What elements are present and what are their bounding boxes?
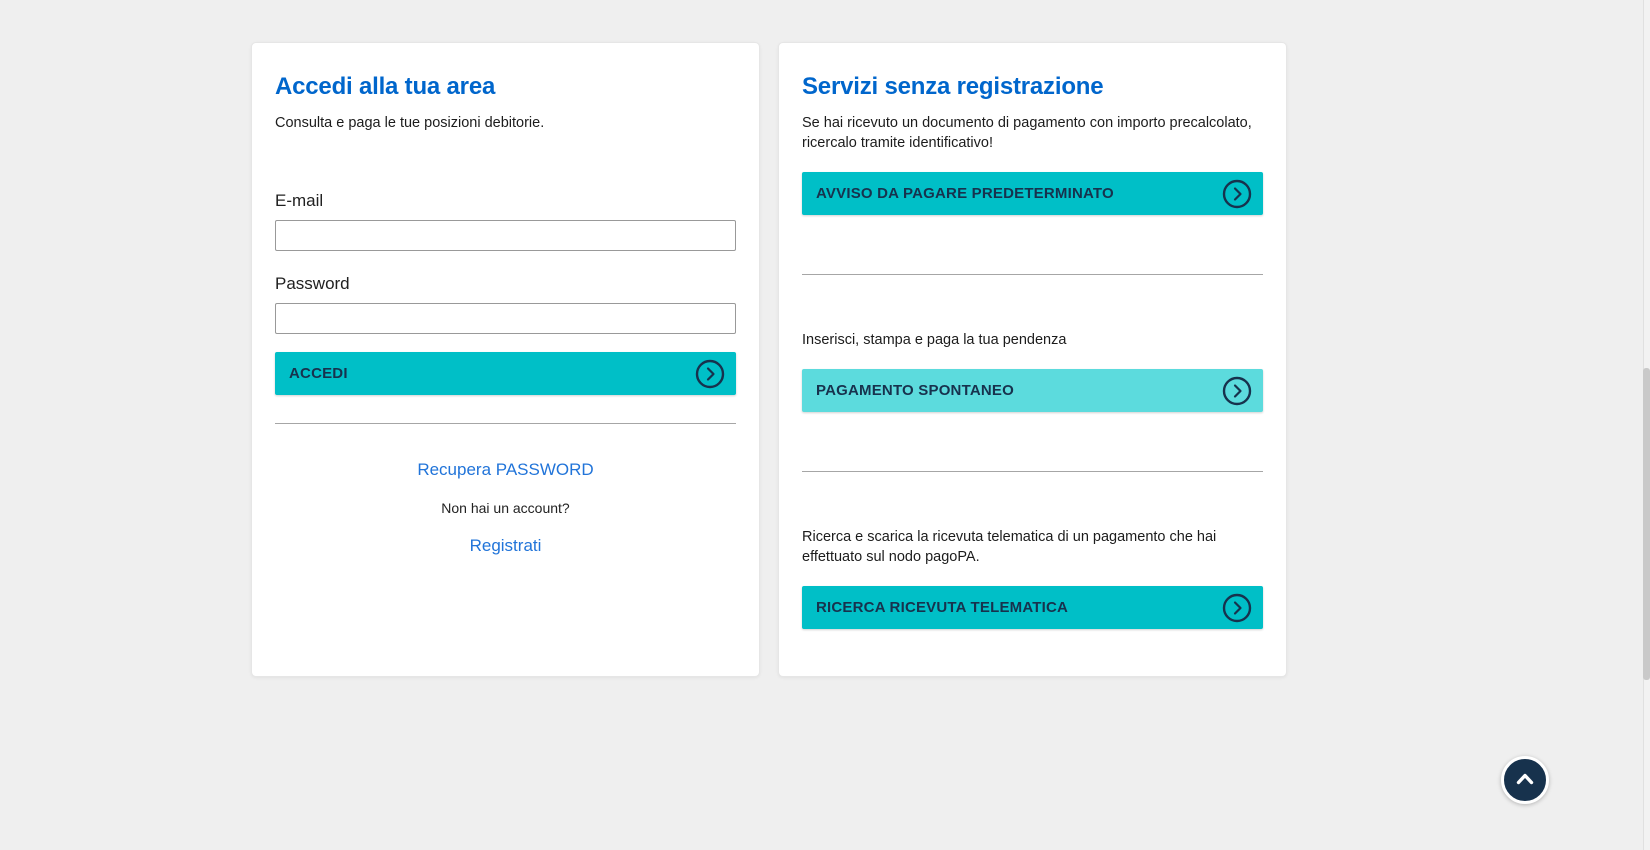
login-form: E-mail Password ACCEDI Recupera PASSWORD… [275,191,736,556]
chevron-up-icon [1512,766,1538,795]
service-description: Ricerca e scarica la ricevuta telematica… [802,527,1263,567]
register-link[interactable]: Registrati [470,536,542,556]
pagamento-spontaneo-button[interactable]: PAGAMENTO SPONTANEO [802,369,1263,412]
service-description: Se hai ricevuto un documento di pagament… [802,113,1263,153]
login-card-title: Accedi alla tua area [275,73,736,101]
accedi-button[interactable]: ACCEDI [275,352,736,395]
arrow-right-circle-icon [1222,376,1252,406]
scroll-to-top-button[interactable] [1501,756,1549,804]
avviso-predeterminato-button-label: AVVISO DA PAGARE PREDETERMINATO [816,185,1114,202]
avviso-predeterminato-button[interactable]: AVVISO DA PAGARE PREDETERMINATO [802,172,1263,215]
accedi-button-label: ACCEDI [289,365,348,382]
recover-password-link[interactable]: Recupera PASSWORD [417,460,593,480]
email-label: E-mail [275,191,736,211]
scrollbar-track[interactable] [1643,0,1650,850]
service-section-ricevuta: Ricerca e scarica la ricevuta telematica… [802,527,1263,629]
pagamento-spontaneo-button-label: PAGAMENTO SPONTANEO [816,382,1014,399]
email-field-group: E-mail [275,191,736,251]
ricerca-ricevuta-button[interactable]: RICERCA RICEVUTA TELEMATICA [802,586,1263,629]
scrollbar-thumb[interactable] [1643,368,1650,680]
password-field-group: Password [275,274,736,334]
password-field[interactable] [275,303,736,334]
service-section-spontaneo: Inserisci, stampa e paga la tua pendenza… [802,330,1263,412]
arrow-right-circle-icon [695,359,725,389]
arrow-right-circle-icon [1222,593,1252,623]
services-card-title: Servizi senza registrazione [802,73,1263,101]
divider [275,423,736,424]
service-description: Inserisci, stampa e paga la tua pendenza [802,330,1263,350]
login-card: Accedi alla tua area Consulta e paga le … [251,42,760,677]
services-card: Servizi senza registrazione Se hai ricev… [778,42,1287,677]
arrow-right-circle-icon [1222,179,1252,209]
email-field[interactable] [275,220,736,251]
password-label: Password [275,274,736,294]
login-card-subtitle: Consulta e paga le tue posizioni debitor… [275,113,736,133]
no-account-text: Non hai un account? [275,500,736,516]
service-section-avviso: Se hai ricevuto un documento di pagament… [802,113,1263,215]
ricerca-ricevuta-button-label: RICERCA RICEVUTA TELEMATICA [816,599,1068,616]
